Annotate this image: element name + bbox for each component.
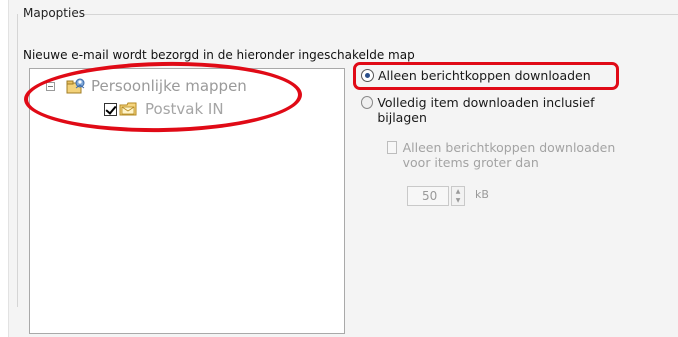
- personal-folders-icon: [66, 78, 85, 94]
- spin-down-icon: ▼: [455, 196, 461, 204]
- collapse-toggle-icon[interactable]: [46, 81, 55, 91]
- full-item-option[interactable]: Volledig item downloaden inclusief bijla…: [361, 95, 631, 125]
- folder-tree[interactable]: Persoonlijke mappen Postvak IN: [29, 68, 345, 334]
- tree-item-personal-folders[interactable]: Persoonlijke mappen: [46, 77, 247, 95]
- size-unit: kB: [475, 187, 489, 201]
- group-separator: [81, 14, 678, 15]
- headers-only-label: Alleen berichtkoppen downloaden: [378, 68, 591, 83]
- large-items-option: Alleen berichtkoppen downloaden voor ite…: [387, 140, 647, 170]
- inbox-folder-icon: [119, 102, 137, 116]
- inbox-checkbox[interactable]: [104, 102, 117, 116]
- full-item-label: Volledig item downloaden inclusief bijla…: [377, 95, 595, 125]
- tree-item-label: Postvak IN: [145, 100, 224, 118]
- headers-only-option[interactable]: Alleen berichtkoppen downloaden: [361, 68, 591, 83]
- spin-buttons: ▲ ▼: [451, 186, 465, 206]
- size-input: 50: [407, 186, 449, 206]
- group-title: Mapopties: [23, 6, 85, 20]
- tree-item-label: Persoonlijke mappen: [91, 77, 247, 95]
- spin-up-icon: ▲: [455, 187, 461, 195]
- tree-item-inbox[interactable]: Postvak IN: [104, 100, 224, 118]
- large-items-checkbox: [387, 141, 397, 154]
- large-items-label: Alleen berichtkoppen downloaden voor ite…: [402, 140, 616, 170]
- group-frame-left: [17, 14, 18, 307]
- size-spinner: 50 ▲ ▼ kB: [407, 185, 489, 207]
- full-item-radio[interactable]: [361, 96, 374, 109]
- headers-only-radio[interactable]: [361, 69, 374, 82]
- options-panel: Mapopties Nieuwe e-mail wordt bezorgd in…: [8, 0, 678, 337]
- delivery-description: Nieuwe e-mail wordt bezorgd in de hieron…: [23, 48, 415, 62]
